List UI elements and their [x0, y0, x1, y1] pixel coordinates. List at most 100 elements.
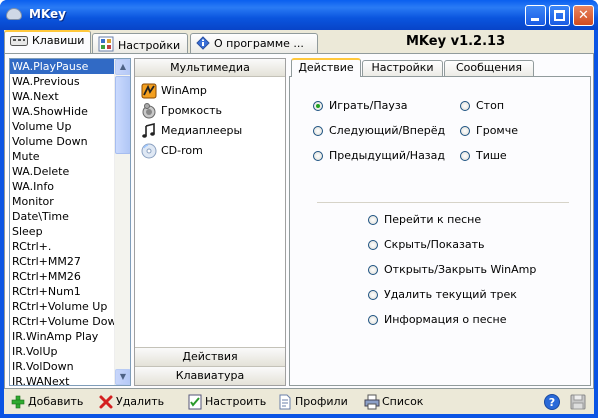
floppy-icon [570, 394, 586, 410]
radio-label: Скрыть/Показать [384, 238, 485, 251]
radio-show-hide[interactable]: Скрыть/Показать [368, 238, 484, 252]
key-list-item[interactable]: IR.WinAmp Play [10, 329, 114, 344]
category-header-keyboard[interactable]: Клавиатура [135, 366, 285, 385]
configure-button[interactable]: Настроить [187, 392, 266, 412]
settings-icon [98, 36, 114, 52]
radio-label: Громче [476, 124, 518, 137]
radio-song-info[interactable]: Информация о песне [368, 313, 507, 327]
radio-label: Открыть/Закрыть WinAmp [384, 263, 537, 276]
maximize-button[interactable] [549, 5, 570, 26]
key-list-item[interactable]: RCtrl+Volume Down [10, 314, 114, 329]
printer-icon [364, 394, 380, 410]
category-header-multimedia[interactable]: Мультимедиа [135, 59, 285, 77]
key-list-item[interactable]: RCtrl+. [10, 239, 114, 254]
category-label: Громкость [161, 104, 223, 117]
tab-settings[interactable]: Настройки [92, 33, 188, 53]
tab-keys-label: Клавиши [32, 34, 85, 47]
profiles-button-label: Профили [295, 395, 348, 408]
tab-action[interactable]: Действие [291, 58, 361, 77]
speaker-icon [142, 103, 156, 119]
radio-label: Удалить текущий трек [384, 288, 517, 301]
category-item-mediaplayers[interactable]: Медиаплееры [135, 121, 285, 141]
separator [317, 202, 569, 203]
key-list-item[interactable]: WA.Next [10, 89, 114, 104]
radio-previous[interactable]: Предыдущий/Назад [313, 149, 445, 163]
keyboard-icon [10, 36, 28, 46]
delete-icon [99, 395, 113, 409]
radio-stop[interactable]: Стоп [460, 99, 504, 113]
scroll-thumb[interactable] [115, 76, 130, 154]
key-list-item[interactable]: WA.PlayPause [10, 59, 114, 74]
radio-open-close-winamp[interactable]: Открыть/Закрыть WinAmp [368, 263, 536, 277]
key-list-item[interactable]: WA.Info [10, 179, 114, 194]
radio-dot [313, 101, 323, 111]
radio-dot [313, 126, 323, 136]
window-title: MKey [29, 7, 66, 21]
keys-tab-panel: WA.PlayPause WA.Previous WA.Next WA.ShowHid… [4, 53, 594, 389]
radio-dot [368, 240, 378, 250]
key-list-item[interactable]: Monitor [10, 194, 114, 209]
key-list-item[interactable]: WA.Previous [10, 74, 114, 89]
add-button[interactable]: Добавить [10, 392, 83, 412]
tab-keys[interactable]: Клавиши [4, 30, 91, 54]
radio-volume-up[interactable]: Громче [460, 124, 518, 138]
close-icon: ✕ [578, 8, 589, 23]
radio-delete-track[interactable]: Удалить текущий трек [368, 288, 517, 302]
radio-next[interactable]: Следующий/Вперёд [313, 124, 445, 138]
key-list-item[interactable]: WA.Delete [10, 164, 114, 179]
key-list-item[interactable]: Date\Time [10, 209, 114, 224]
delete-button[interactable]: Удалить [98, 392, 164, 412]
tab-messages[interactable]: Сообщения [444, 60, 534, 76]
action-panel: Действие Настройки Сообщения Играть/Пауз… [289, 58, 591, 386]
key-list-scrollbar[interactable]: ▲ ▼ [114, 59, 130, 385]
save-button[interactable] [570, 392, 586, 412]
key-list-item[interactable]: RCtrl+MM27 [10, 254, 114, 269]
help-glyph: ? [549, 396, 555, 409]
key-list-item[interactable]: RCtrl+Num1 [10, 284, 114, 299]
minimize-button[interactable] [525, 5, 546, 26]
help-icon: ? [544, 394, 560, 410]
scroll-down-button[interactable]: ▼ [115, 369, 130, 385]
list-button[interactable]: Список [364, 392, 423, 412]
radio-goto-song[interactable]: Перейти к песне [368, 213, 481, 227]
category-item-winamp[interactable]: WinAmp [135, 81, 285, 101]
title-bar[interactable]: MKey ✕ [0, 0, 598, 30]
key-list-item[interactable]: Mute [10, 149, 114, 164]
radio-label: Предыдущий/Назад [329, 149, 445, 162]
radio-dot [368, 215, 378, 225]
music-note-icon [142, 123, 155, 138]
tab-about[interactable]: О программе ... [190, 33, 318, 53]
key-list-item[interactable]: Volume Down [10, 134, 114, 149]
radio-label: Играть/Пауза [329, 99, 408, 112]
client-area: Клавиши Настройки О программе ... MKey v… [4, 30, 594, 414]
radio-label: Стоп [476, 99, 505, 112]
key-list[interactable]: WA.PlayPause WA.Previous WA.Next WA.ShowHid… [9, 58, 131, 386]
tab-action-settings[interactable]: Настройки [362, 60, 443, 76]
key-list-item[interactable]: IR.VolDown [10, 359, 114, 374]
radio-play-pause[interactable]: Играть/Пауза [313, 99, 407, 113]
help-button[interactable]: ? [544, 392, 560, 412]
profiles-button[interactable]: Профили [277, 392, 348, 412]
key-list-item[interactable]: IR.WANext [10, 374, 114, 385]
category-panel: Мультимедиа WinAmp Громкость Медиаплееры… [134, 58, 286, 386]
category-item-cdrom[interactable]: CD-rom [135, 141, 285, 161]
checklist-icon [188, 394, 202, 410]
radio-label: Следующий/Вперёд [329, 124, 446, 137]
radio-dot [313, 151, 323, 161]
key-list-item[interactable]: RCtrl+MM26 [10, 269, 114, 284]
key-list-item[interactable]: RCtrl+Volume Up [10, 299, 114, 314]
close-button[interactable]: ✕ [573, 5, 594, 26]
radio-label: Тише [476, 149, 507, 162]
radio-volume-down[interactable]: Тише [460, 149, 507, 163]
category-header-actions[interactable]: Действия [135, 347, 285, 366]
key-list-item[interactable]: WA.ShowHide [10, 104, 114, 119]
tab-settings-label: Настройки [118, 39, 181, 52]
scroll-up-button[interactable]: ▲ [115, 59, 130, 75]
key-list-item[interactable]: Volume Up [10, 119, 114, 134]
category-label: CD-rom [161, 144, 203, 157]
key-list-item[interactable]: Sleep [10, 224, 114, 239]
key-list-item[interactable]: IR.VolUp [10, 344, 114, 359]
tab-about-label: О программе ... [214, 37, 304, 50]
add-button-label: Добавить [28, 395, 84, 408]
category-item-volume[interactable]: Громкость [135, 101, 285, 121]
